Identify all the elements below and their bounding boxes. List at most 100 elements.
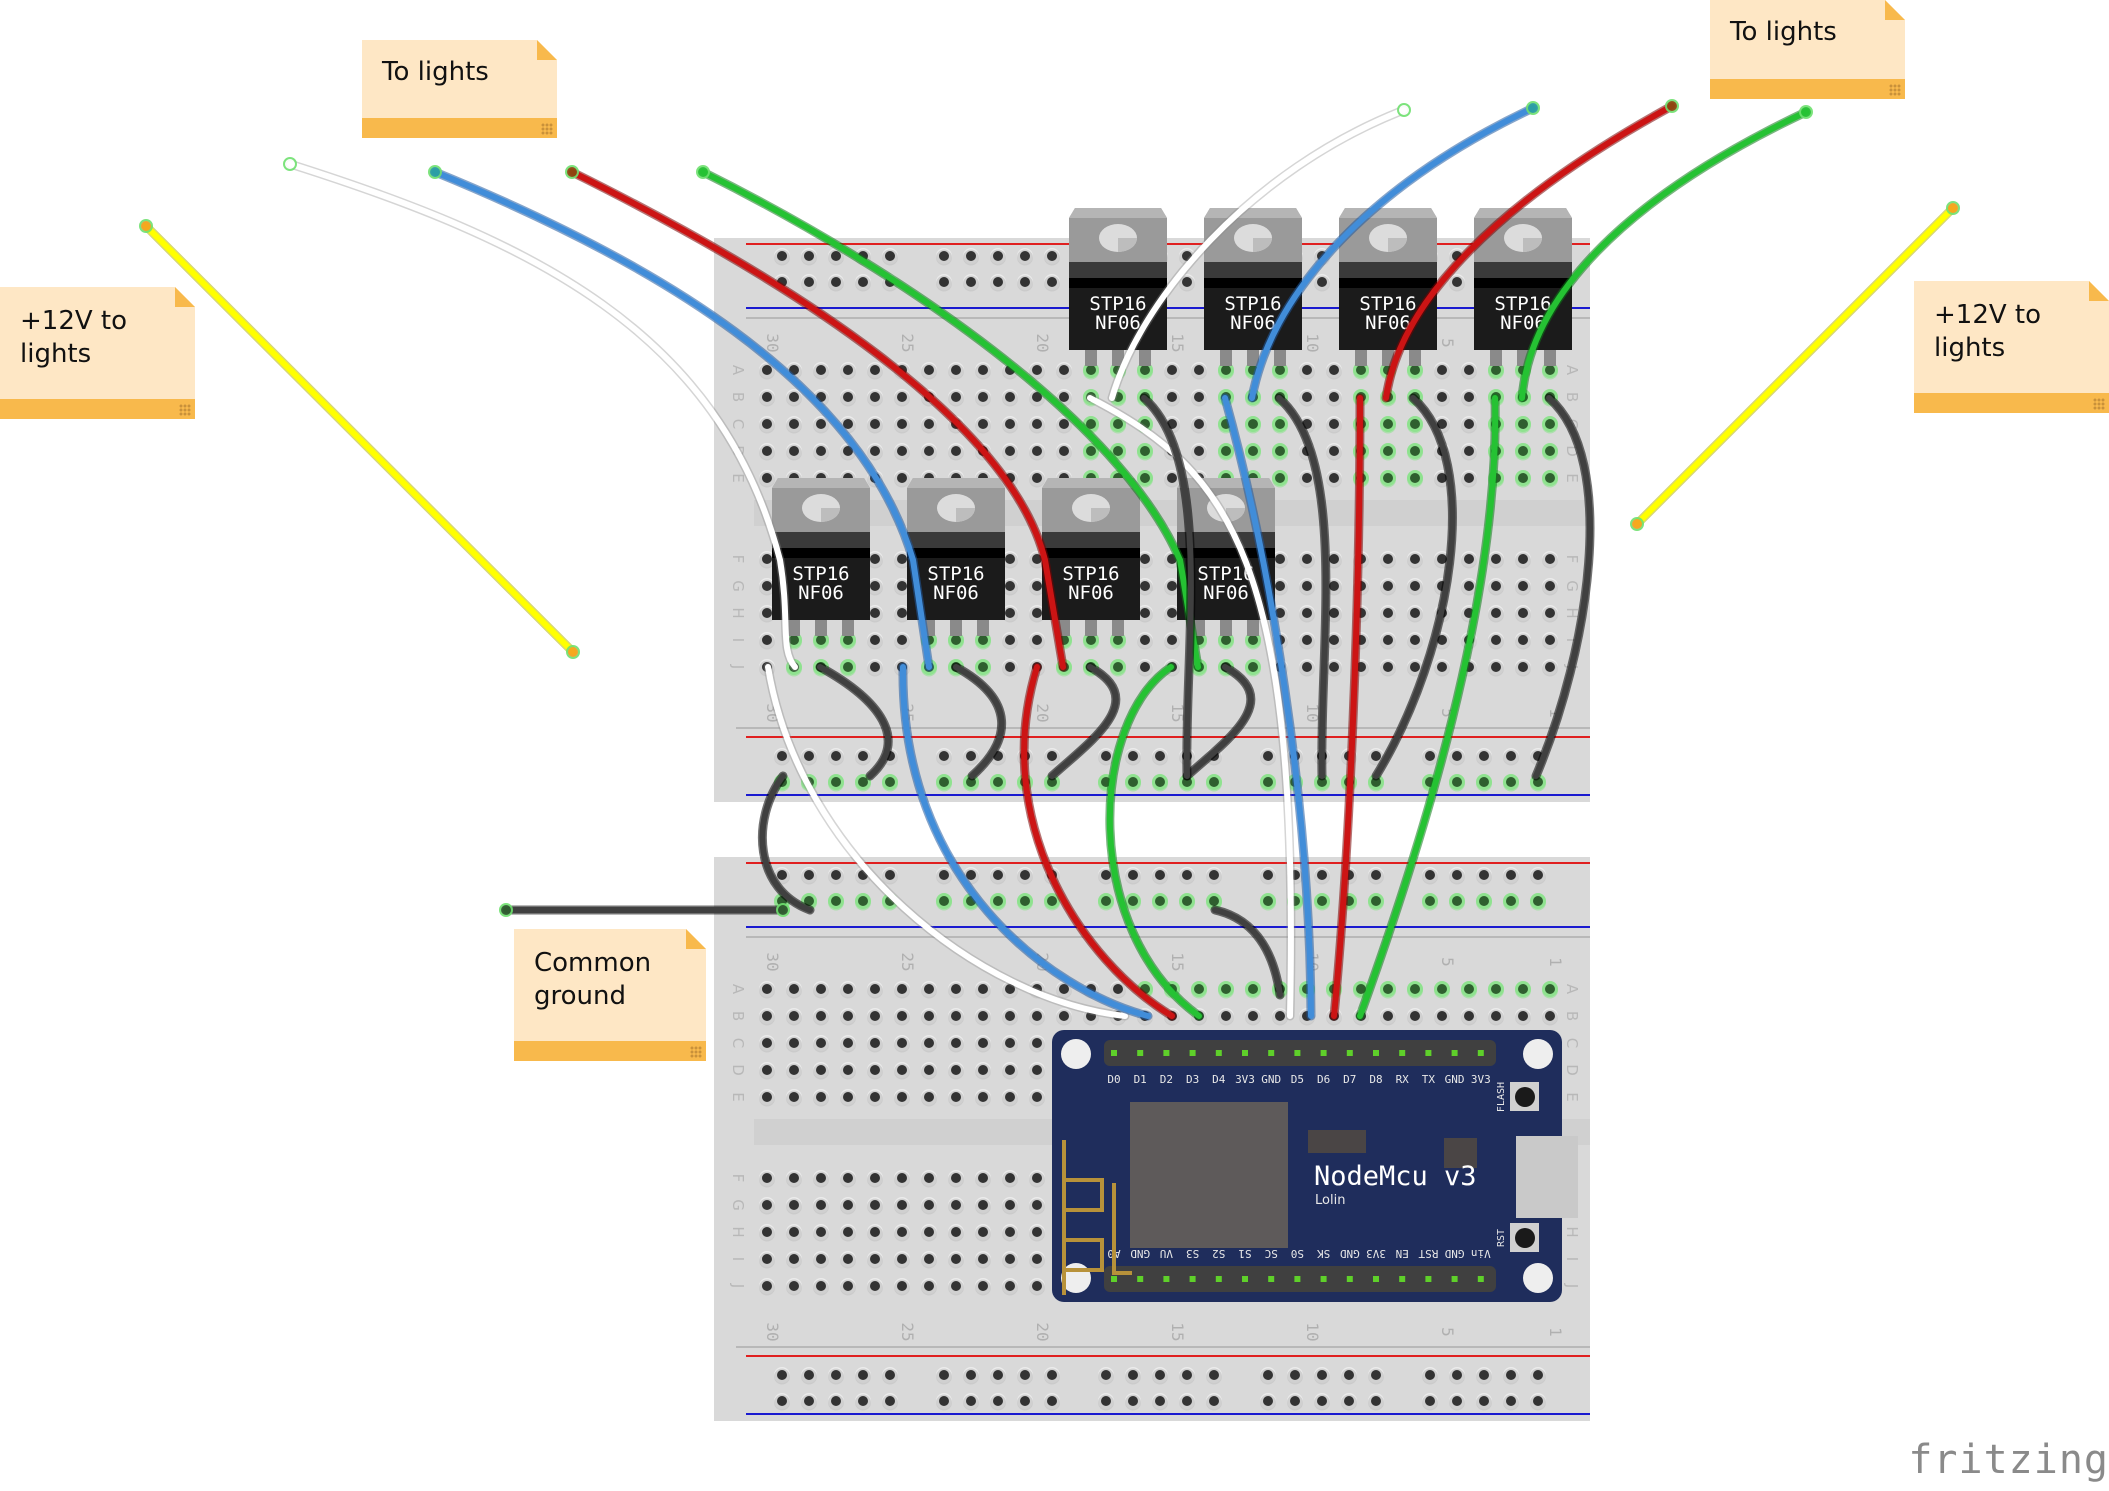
breadboard-hole[interactable] [1098, 1367, 1114, 1385]
breadboard-hole[interactable] [948, 1278, 964, 1296]
breadboard-hole[interactable] [759, 416, 775, 434]
pin-tx[interactable] [1425, 1050, 1432, 1056]
breadboard-hole[interactable] [1476, 867, 1492, 885]
breadboard-hole[interactable] [1515, 659, 1531, 677]
resize-grip-icon[interactable] [541, 123, 553, 135]
breadboard-hole[interactable] [894, 1278, 910, 1296]
breadboard-hole[interactable] [813, 362, 829, 380]
breadboard-hole[interactable] [1029, 1008, 1045, 1026]
breadboard-hole[interactable] [1125, 1393, 1141, 1411]
breadboard-hole[interactable] [1287, 1367, 1303, 1385]
breadboard-hole[interactable] [828, 1393, 844, 1411]
breadboard-hole[interactable] [1017, 248, 1033, 266]
breadboard-hole[interactable] [1245, 443, 1261, 461]
breadboard-hole[interactable] [1152, 748, 1168, 766]
breadboard-hole[interactable] [1380, 470, 1396, 488]
pin-gnd[interactable] [1268, 1050, 1275, 1056]
pin-vin[interactable] [1477, 1276, 1484, 1282]
breadboard-hole[interactable] [1044, 274, 1060, 292]
breadboard-hole[interactable] [1542, 605, 1558, 623]
breadboard-hole[interactable] [1422, 1393, 1438, 1411]
breadboard-hole[interactable] [1542, 470, 1558, 488]
breadboard-hole[interactable] [894, 389, 910, 407]
breadboard-hole[interactable] [1299, 362, 1315, 380]
breadboard-hole[interactable] [1530, 1367, 1546, 1385]
breadboard-hole[interactable] [975, 416, 991, 434]
breadboard-hole[interactable] [1245, 981, 1261, 999]
breadboard-hole[interactable] [1461, 470, 1477, 488]
breadboard-hole[interactable] [1191, 416, 1207, 434]
breadboard-hole[interactable] [1476, 748, 1492, 766]
breadboard-hole[interactable] [1260, 1393, 1276, 1411]
breadboard-hole[interactable] [990, 1367, 1006, 1385]
breadboard-hole[interactable] [894, 1170, 910, 1188]
breadboard-hole[interactable] [1017, 1393, 1033, 1411]
breadboard-hole[interactable] [1341, 1393, 1357, 1411]
breadboard-hole[interactable] [1515, 470, 1531, 488]
breadboard-hole[interactable] [1002, 1251, 1018, 1269]
note-12v-left[interactable]: +12V to lights [0, 287, 195, 419]
breadboard-hole[interactable] [1503, 893, 1519, 911]
breadboard-hole[interactable] [1029, 470, 1045, 488]
breadboard-hole[interactable] [963, 748, 979, 766]
breadboard-hole[interactable] [1002, 1035, 1018, 1053]
breadboard-hole[interactable] [867, 1035, 883, 1053]
breadboard-hole[interactable] [975, 1197, 991, 1215]
breadboard-hole[interactable] [1515, 605, 1531, 623]
pin-d1[interactable] [1137, 1050, 1144, 1056]
breadboard-hole[interactable] [1542, 981, 1558, 999]
breadboard-hole[interactable] [840, 1089, 856, 1107]
breadboard-hole[interactable] [867, 1062, 883, 1080]
breadboard-hole[interactable] [759, 1224, 775, 1242]
breadboard-hole[interactable] [1206, 1367, 1222, 1385]
breadboard-hole[interactable] [921, 1224, 937, 1242]
breadboard-hole[interactable] [894, 1089, 910, 1107]
breadboard-hole[interactable] [1380, 981, 1396, 999]
breadboard-hole[interactable] [1179, 893, 1195, 911]
breadboard-hole[interactable] [1461, 416, 1477, 434]
breadboard-hole[interactable] [840, 659, 856, 677]
breadboard-hole[interactable] [813, 1035, 829, 1053]
breadboard-hole[interactable] [1407, 443, 1423, 461]
breadboard-hole[interactable] [1179, 1367, 1195, 1385]
breadboard-hole[interactable] [828, 748, 844, 766]
breadboard-hole[interactable] [1152, 867, 1168, 885]
breadboard-hole[interactable] [840, 1197, 856, 1215]
pin-sc[interactable] [1268, 1276, 1275, 1282]
breadboard-hole[interactable] [813, 443, 829, 461]
breadboard-hole[interactable] [948, 1197, 964, 1215]
breadboard-hole[interactable] [948, 443, 964, 461]
breadboard-hole[interactable] [813, 1251, 829, 1269]
pin-gnd[interactable] [1346, 1276, 1353, 1282]
breadboard-hole[interactable] [882, 1367, 898, 1385]
breadboard-hole[interactable] [1326, 416, 1342, 434]
breadboard-hole[interactable] [786, 1089, 802, 1107]
breadboard-hole[interactable] [759, 470, 775, 488]
wire-endpoint[interactable] [428, 165, 442, 179]
breadboard-hole[interactable] [840, 1008, 856, 1026]
breadboard-hole[interactable] [1029, 443, 1045, 461]
breadboard-hole[interactable] [1488, 632, 1504, 650]
breadboard-hole[interactable] [1515, 1008, 1531, 1026]
breadboard-hole[interactable] [1029, 1278, 1045, 1296]
breadboard-hole[interactable] [894, 1062, 910, 1080]
breadboard-hole[interactable] [1461, 1008, 1477, 1026]
breadboard-hole[interactable] [1245, 659, 1261, 677]
pin-3v3[interactable] [1242, 1050, 1248, 1056]
breadboard-hole[interactable] [894, 1251, 910, 1269]
breadboard-hole[interactable] [948, 981, 964, 999]
breadboard-hole[interactable] [1503, 1367, 1519, 1385]
breadboard-hole[interactable] [1125, 774, 1141, 792]
pin-d7[interactable] [1346, 1050, 1353, 1056]
breadboard-hole[interactable] [759, 632, 775, 650]
breadboard-hole[interactable] [813, 1224, 829, 1242]
breadboard-hole[interactable] [1206, 1393, 1222, 1411]
breadboard-hole[interactable] [1503, 867, 1519, 885]
breadboard-hole[interactable] [801, 248, 817, 266]
breadboard-hole[interactable] [1314, 893, 1330, 911]
breadboard-hole[interactable] [1002, 1008, 1018, 1026]
breadboard-hole[interactable] [936, 893, 952, 911]
breadboard-hole[interactable] [1299, 605, 1315, 623]
breadboard-hole[interactable] [1434, 362, 1450, 380]
breadboard-hole[interactable] [975, 1170, 991, 1188]
